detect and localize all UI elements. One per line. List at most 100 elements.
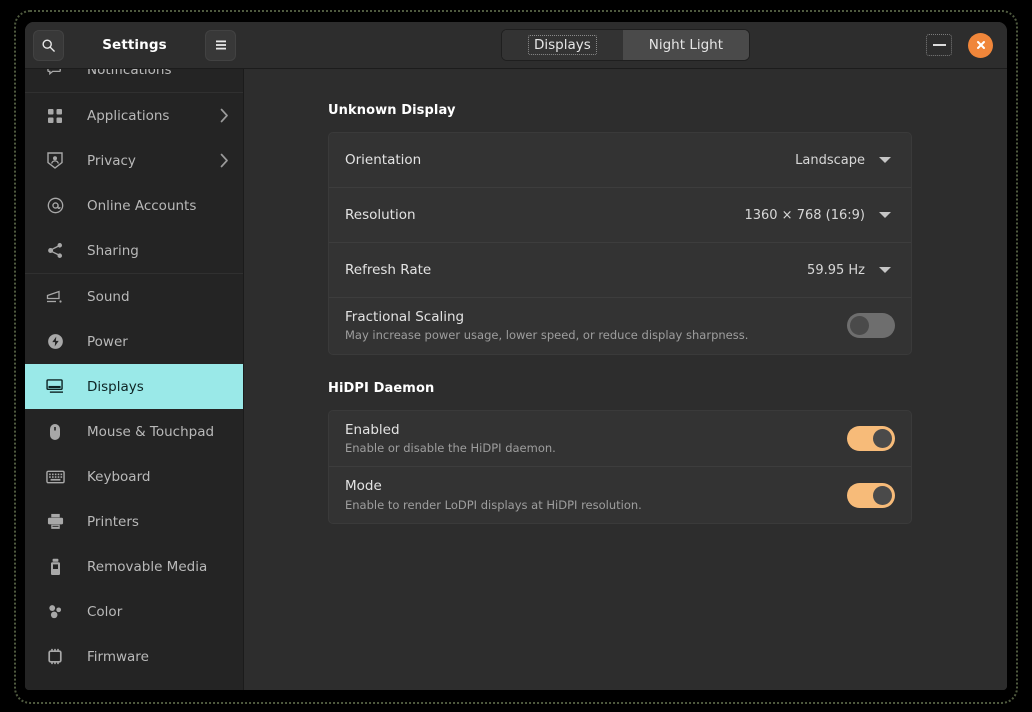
close-button[interactable] — [968, 32, 993, 58]
firmware-chip-icon — [45, 648, 65, 665]
row-hidpi-enabled-label: Enabled — [345, 421, 400, 438]
minimize-button[interactable] — [926, 34, 952, 56]
row-hidpi-mode[interactable]: Mode Enable to render LoDPI displays at … — [329, 467, 911, 523]
minimize-icon — [932, 44, 946, 46]
chevron-down-icon — [879, 157, 891, 163]
sidebar-item-label: Mouse & Touchpad — [87, 423, 215, 440]
hidpi-mode-toggle[interactable] — [847, 482, 895, 508]
row-hidpi-mode-subtitle: Enable to render LoDPI displays at HiDPI… — [345, 497, 642, 512]
section-title-display: Unknown Display — [328, 103, 456, 118]
fractional-scaling-toggle[interactable] — [847, 313, 895, 339]
refresh-rate-dropdown[interactable]: 59.95 Hz — [807, 263, 895, 278]
window-body: Notifications Applications Privacy Onlin… — [25, 69, 1007, 690]
resolution-dropdown[interactable]: 1360 × 768 (16:9) — [744, 208, 895, 223]
title-bar-right: Displays Night Light — [244, 22, 1007, 68]
hidpi-daemon-card: Enabled Enable or disable the HiDPI daem… — [328, 409, 912, 525]
row-hidpi-mode-label: Mode — [345, 478, 382, 495]
sidebar-item-keyboard[interactable]: Keyboard — [25, 454, 243, 499]
row-orientation[interactable]: Orientation Landscape — [329, 133, 911, 188]
tab-displays-label: Displays — [527, 35, 597, 55]
displays-icon — [45, 379, 65, 394]
toggle-knob — [873, 429, 892, 449]
sidebar-item-printers[interactable]: Printers — [25, 499, 243, 544]
color-icon — [45, 604, 65, 619]
chevron-right-icon — [220, 153, 229, 168]
sidebar-item-label: Online Accounts — [87, 197, 197, 214]
notifications-icon — [45, 69, 65, 78]
search-icon — [42, 38, 55, 52]
privacy-icon — [45, 152, 65, 169]
row-resolution-texts: Resolution — [345, 206, 744, 224]
sidebar-item-label: Power — [87, 333, 128, 350]
sidebar-item-label: Sound — [87, 288, 130, 305]
title-bar: Settings Displays Night Light — [25, 22, 1007, 69]
row-refresh-rate-label: Refresh Rate — [345, 261, 432, 278]
row-refresh-rate-texts: Refresh Rate — [345, 261, 807, 279]
printer-icon — [45, 513, 65, 530]
row-orientation-label: Orientation — [345, 151, 422, 168]
row-resolution-label: Resolution — [345, 206, 416, 223]
sidebar-item-displays[interactable]: Displays — [25, 364, 243, 409]
orientation-dropdown[interactable]: Landscape — [795, 153, 895, 168]
sidebar-item-label: Printers — [87, 513, 139, 530]
refresh-rate-value: 59.95 Hz — [807, 262, 865, 278]
resolution-value: 1360 × 768 (16:9) — [744, 207, 865, 223]
tab-night-light[interactable]: Night Light — [622, 30, 750, 60]
settings-panel: Unknown Display Orientation Landscape Re… — [328, 103, 912, 525]
sidebar-item-label: Removable Media — [87, 558, 208, 575]
row-orientation-texts: Orientation — [345, 151, 795, 169]
sidebar-item-privacy[interactable]: Privacy — [25, 138, 243, 183]
sidebar-item-sharing[interactable]: Sharing — [25, 228, 243, 273]
window-title: Settings — [102, 37, 167, 53]
power-icon — [45, 333, 65, 350]
display-settings-card: Orientation Landscape Resolution 1360 × … — [328, 132, 912, 355]
mouse-icon — [45, 423, 65, 441]
sidebar-item-label: Sharing — [87, 242, 139, 259]
sidebar-item-label: Displays — [87, 378, 144, 395]
hamburger-menu-icon — [215, 40, 226, 50]
applications-icon — [45, 108, 65, 124]
sidebar-item-label: Privacy — [87, 152, 136, 169]
row-hidpi-enabled-texts: Enabled Enable or disable the HiDPI daem… — [345, 421, 847, 457]
close-icon — [976, 41, 985, 49]
sidebar-item-label: Firmware — [87, 648, 149, 665]
search-button[interactable] — [33, 29, 64, 61]
sidebar-item-label: Color — [87, 603, 123, 620]
main-content: Unknown Display Orientation Landscape Re… — [244, 69, 1007, 690]
sidebar-item-power[interactable]: Power — [25, 319, 243, 364]
row-hidpi-enabled-subtitle: Enable or disable the HiDPI daemon. — [345, 440, 556, 455]
view-tabs: Displays Night Light — [500, 29, 751, 61]
sidebar-item-applications[interactable]: Applications — [25, 93, 243, 138]
row-hidpi-enabled[interactable]: Enabled Enable or disable the HiDPI daem… — [329, 411, 911, 468]
settings-window: Settings Displays Night Light Notificati… — [25, 22, 1007, 690]
window-controls — [926, 22, 993, 68]
row-fractional-scaling[interactable]: Fractional Scaling May increase power us… — [329, 298, 911, 354]
row-resolution[interactable]: Resolution 1360 × 768 (16:9) — [329, 188, 911, 243]
sidebar-item-label: Notifications — [87, 69, 172, 78]
title-bar-left: Settings — [25, 22, 244, 68]
sidebar-list: Notifications Applications Privacy Onlin… — [25, 69, 243, 679]
sidebar-item-firmware[interactable]: Firmware — [25, 634, 243, 679]
menu-button[interactable] — [205, 29, 236, 61]
sidebar-item-notifications[interactable]: Notifications — [25, 69, 243, 92]
tab-displays[interactable]: Displays — [501, 30, 623, 60]
row-hidpi-mode-texts: Mode Enable to render LoDPI displays at … — [345, 477, 847, 513]
sidebar-item-sound[interactable]: Sound — [25, 274, 243, 319]
chevron-right-icon — [220, 108, 229, 123]
hidpi-enabled-toggle[interactable] — [847, 426, 895, 452]
chevron-down-icon — [879, 267, 891, 273]
row-fractional-scaling-label: Fractional Scaling — [345, 309, 465, 325]
sidebar-item-color[interactable]: Color — [25, 589, 243, 634]
sharing-icon — [45, 242, 65, 259]
sidebar-item-online-accounts[interactable]: Online Accounts — [25, 183, 243, 228]
sound-icon — [45, 290, 65, 304]
sidebar-item-removable-media[interactable]: Removable Media — [25, 544, 243, 589]
row-fractional-scaling-texts: Fractional Scaling May increase power us… — [345, 308, 847, 344]
sidebar-item-mouse-touchpad[interactable]: Mouse & Touchpad — [25, 409, 243, 454]
keyboard-icon — [45, 470, 65, 484]
orientation-value: Landscape — [795, 152, 865, 168]
row-refresh-rate[interactable]: Refresh Rate 59.95 Hz — [329, 243, 911, 298]
toggle-knob — [850, 316, 869, 336]
sidebar-item-label: Keyboard — [87, 468, 151, 485]
desktop-background: Settings Displays Night Light Notificati… — [0, 0, 1032, 712]
